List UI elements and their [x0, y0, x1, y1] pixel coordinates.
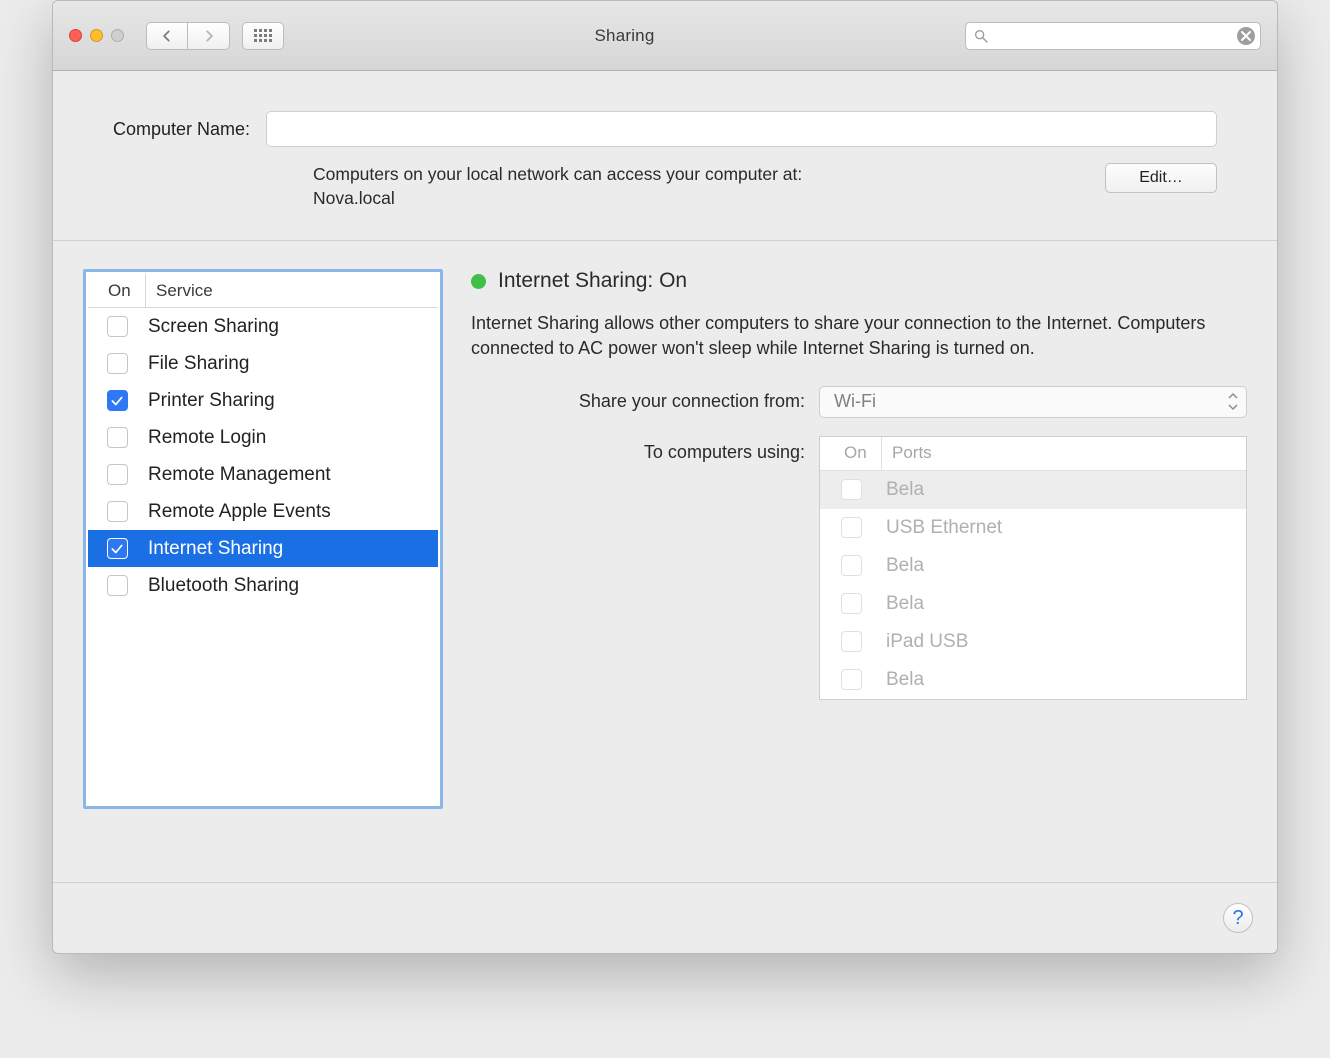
share-from-row: Share your connection from: Wi-Fi	[471, 386, 1247, 418]
detail-pane: Internet Sharing: On Internet Sharing al…	[471, 269, 1247, 862]
status-title: Internet Sharing: On	[498, 269, 687, 293]
port-row[interactable]: Bela	[820, 661, 1246, 699]
detail-description: Internet Sharing allows other computers …	[471, 311, 1247, 360]
service-label: Screen Sharing	[146, 316, 279, 338]
service-checkbox[interactable]	[107, 316, 128, 337]
service-label: File Sharing	[146, 353, 249, 375]
port-row[interactable]: Bela	[820, 585, 1246, 623]
search-icon	[973, 28, 989, 44]
share-from-select[interactable]: Wi-Fi	[819, 386, 1247, 418]
status-row: Internet Sharing: On	[471, 269, 1247, 293]
forward-button[interactable]	[188, 22, 230, 50]
window-title: Sharing	[296, 26, 953, 46]
sharing-preferences-window: Sharing Computer Name: Computers on your…	[52, 0, 1278, 954]
services-col-on: On	[88, 274, 146, 307]
chevron-updown-icon	[1228, 391, 1238, 412]
port-row[interactable]: Bela	[820, 547, 1246, 585]
service-checkbox[interactable]	[107, 538, 128, 559]
hint-line2: Nova.local	[313, 188, 395, 208]
share-from-value: Wi-Fi	[834, 391, 876, 412]
service-row[interactable]: Bluetooth Sharing	[88, 567, 438, 604]
footer: ?	[53, 883, 1277, 953]
service-row[interactable]: Remote Apple Events	[88, 493, 438, 530]
back-button[interactable]	[146, 22, 188, 50]
port-checkbox[interactable]	[841, 669, 862, 690]
service-label: Bluetooth Sharing	[146, 575, 299, 597]
share-from-label: Share your connection from:	[471, 391, 805, 412]
clear-search-button[interactable]	[1237, 27, 1255, 45]
service-checkbox[interactable]	[107, 390, 128, 411]
services-header: On Service	[88, 274, 438, 308]
ports-header: On Ports	[820, 437, 1246, 471]
port-row[interactable]: Bela	[820, 471, 1246, 509]
nav-buttons	[146, 22, 230, 50]
search-field-wrap	[965, 22, 1261, 50]
ports-row: To computers using: On Ports Bela USB Eth…	[471, 436, 1247, 700]
content-area: On Service Screen Sharing File Sharing Pri…	[53, 241, 1277, 883]
computer-name-section: Computer Name: Computers on your local n…	[53, 71, 1277, 241]
to-computers-label: To computers using:	[471, 436, 805, 463]
service-label: Remote Management	[146, 464, 331, 486]
ports-col-on: On	[820, 437, 882, 470]
port-row[interactable]: USB Ethernet	[820, 509, 1246, 547]
window-controls	[69, 29, 124, 42]
computer-name-label: Computer Name:	[113, 119, 250, 140]
ports-list[interactable]: On Ports Bela USB Ethernet Bela Bela iPad US…	[819, 436, 1247, 700]
service-row[interactable]: Remote Login	[88, 419, 438, 456]
port-checkbox[interactable]	[841, 479, 862, 500]
show-all-button[interactable]	[242, 22, 284, 50]
service-label: Remote Apple Events	[146, 501, 331, 523]
port-checkbox[interactable]	[841, 593, 862, 614]
port-label: Bela	[882, 669, 924, 691]
close-window-button[interactable]	[69, 29, 82, 42]
service-row[interactable]: Screen Sharing	[88, 308, 438, 345]
service-checkbox[interactable]	[107, 427, 128, 448]
port-row[interactable]: iPad USB	[820, 623, 1246, 661]
toolbar: Sharing	[53, 1, 1277, 71]
services-list[interactable]: On Service Screen Sharing File Sharing Pri…	[83, 269, 443, 809]
hint-line1: Computers on your local network can acce…	[313, 164, 802, 184]
port-checkbox[interactable]	[841, 517, 862, 538]
port-label: Bela	[882, 593, 924, 615]
service-row[interactable]: Remote Management	[88, 456, 438, 493]
service-row[interactable]: Printer Sharing	[88, 382, 438, 419]
computer-name-hint: Computers on your local network can acce…	[313, 163, 1085, 210]
service-label: Printer Sharing	[146, 390, 275, 412]
service-checkbox[interactable]	[107, 353, 128, 374]
services-col-service: Service	[146, 281, 213, 301]
edit-hostname-button[interactable]: Edit…	[1105, 163, 1217, 193]
help-button[interactable]: ?	[1223, 903, 1253, 933]
service-label: Remote Login	[146, 427, 266, 449]
service-checkbox[interactable]	[107, 501, 128, 522]
service-checkbox[interactable]	[107, 575, 128, 596]
computer-name-input[interactable]	[266, 111, 1217, 147]
port-checkbox[interactable]	[841, 631, 862, 652]
service-row[interactable]: Internet Sharing	[88, 530, 438, 567]
port-label: Bela	[882, 479, 924, 501]
grid-icon	[254, 29, 272, 42]
port-label: iPad USB	[882, 631, 968, 653]
ports-col-ports: Ports	[882, 443, 932, 463]
service-row[interactable]: File Sharing	[88, 345, 438, 382]
minimize-window-button[interactable]	[90, 29, 103, 42]
search-input[interactable]	[965, 22, 1261, 50]
port-label: USB Ethernet	[882, 517, 1002, 539]
service-label: Internet Sharing	[146, 538, 283, 560]
status-indicator-icon	[471, 274, 486, 289]
port-checkbox[interactable]	[841, 555, 862, 576]
zoom-window-button[interactable]	[111, 29, 124, 42]
service-checkbox[interactable]	[107, 464, 128, 485]
port-label: Bela	[882, 555, 924, 577]
